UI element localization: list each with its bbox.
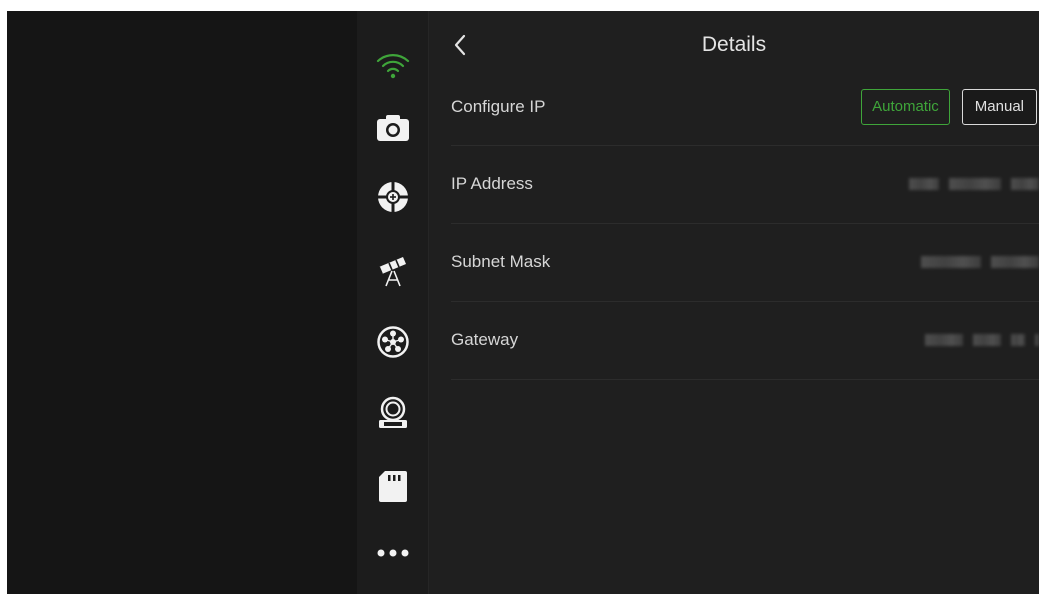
wifi-icon[interactable] — [373, 45, 413, 85]
details-panel: Details Configure IP Automatic Manual IP… — [429, 11, 1039, 594]
configure-ip-label: Configure IP — [451, 97, 546, 116]
manual-option[interactable]: Manual — [961, 89, 1037, 125]
ip-address-label: IP Address — [451, 174, 533, 193]
sidebar — [357, 11, 429, 594]
subnet-mask-row: Subnet Mask — [451, 224, 1039, 302]
gateway-row: Gateway — [451, 302, 1039, 380]
app-window: Details Configure IP Automatic Manual IP… — [7, 11, 1039, 594]
ip-address-row: IP Address — [451, 146, 1039, 224]
crosshair-icon[interactable] — [373, 177, 413, 217]
more-icon[interactable] — [373, 533, 413, 573]
configure-ip-segmented-control: Automatic Manual — [861, 89, 1037, 125]
gateway-value — [925, 330, 1039, 350]
gateway-label: Gateway — [451, 330, 519, 349]
automatic-option[interactable]: Automatic — [861, 89, 950, 125]
ip-address-value — [909, 174, 1039, 194]
guide-camera-icon[interactable] — [373, 393, 413, 433]
subnet-mask-value — [921, 252, 1039, 272]
sd-card-icon[interactable] — [373, 466, 413, 506]
page-title: Details — [701, 33, 767, 56]
camera-icon[interactable] — [373, 108, 413, 148]
subnet-mask-label: Subnet Mask — [451, 252, 551, 271]
camera-preview — [7, 11, 357, 594]
focuser-icon[interactable] — [373, 322, 413, 362]
telescope-icon[interactable] — [373, 251, 413, 291]
